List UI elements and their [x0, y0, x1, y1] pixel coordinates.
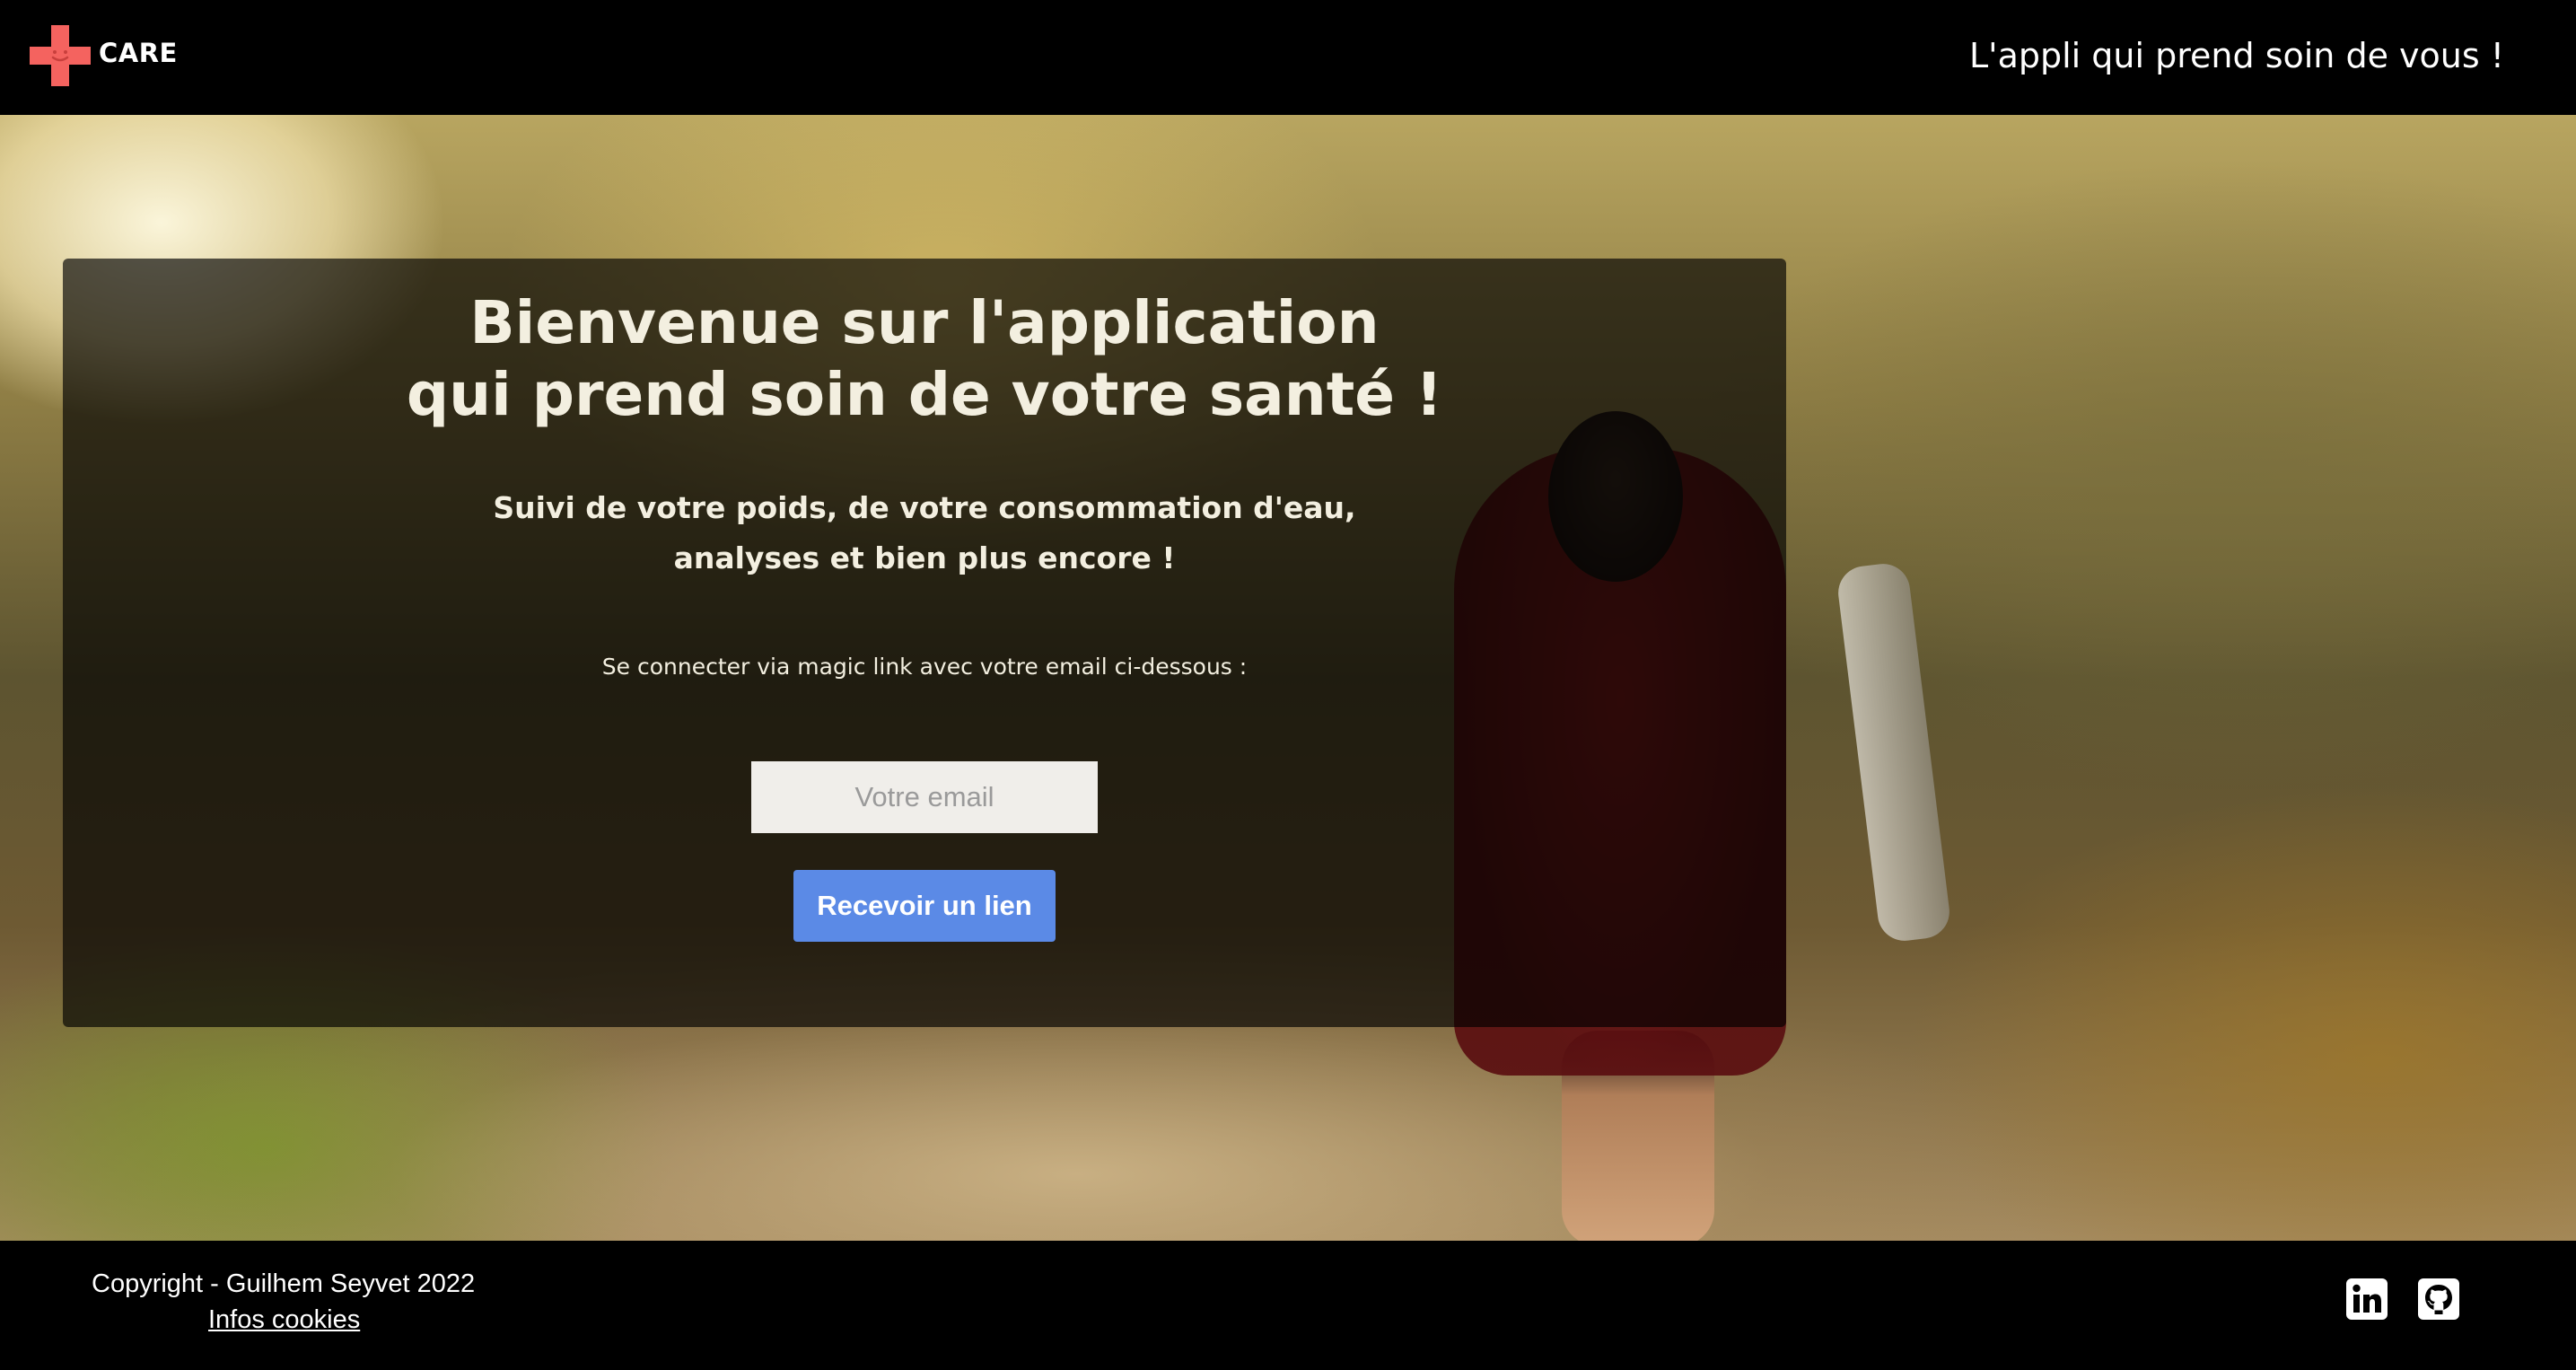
footer: Copyright - Guilhem Seyvet 2022 Infos co…: [0, 1241, 2576, 1370]
welcome-subtitle-line-1: Suivi de votre poids, de votre consommat…: [493, 490, 1356, 525]
welcome-subtitle-line-2: analyses et bien plus encore !: [673, 540, 1176, 575]
linkedin-icon[interactable]: [2346, 1278, 2388, 1320]
github-icon[interactable]: [2418, 1278, 2459, 1320]
welcome-card: Bienvenue sur l'application qui prend so…: [63, 259, 1786, 1027]
page: CARE L'appli qui prend soin de vous ! Bi…: [0, 0, 2576, 1370]
welcome-subtitle: Suivi de votre poids, de votre consommat…: [63, 483, 1786, 584]
cookies-info-link[interactable]: Infos cookies: [208, 1305, 360, 1335]
receive-link-button[interactable]: Recevoir un lien: [793, 870, 1056, 942]
welcome-title-line-1: Bienvenue sur l'application: [469, 288, 1380, 357]
email-input[interactable]: [751, 761, 1098, 833]
logo-text[interactable]: CARE: [99, 38, 178, 68]
login-instruction: Se connecter via magic link avec votre e…: [601, 654, 1248, 680]
welcome-title-line-2: qui prend soin de votre santé !: [406, 360, 1443, 429]
welcome-title: Bienvenue sur l'application qui prend so…: [63, 287, 1786, 431]
header: CARE L'appli qui prend soin de vous !: [0, 0, 2576, 115]
header-tagline: L'appli qui prend soin de vous !: [1968, 36, 2504, 75]
copyright-text: Copyright - Guilhem Seyvet 2022: [92, 1269, 476, 1298]
medical-cross-logo-icon[interactable]: [30, 25, 91, 86]
hero-tree-trunk: [1835, 560, 1953, 944]
